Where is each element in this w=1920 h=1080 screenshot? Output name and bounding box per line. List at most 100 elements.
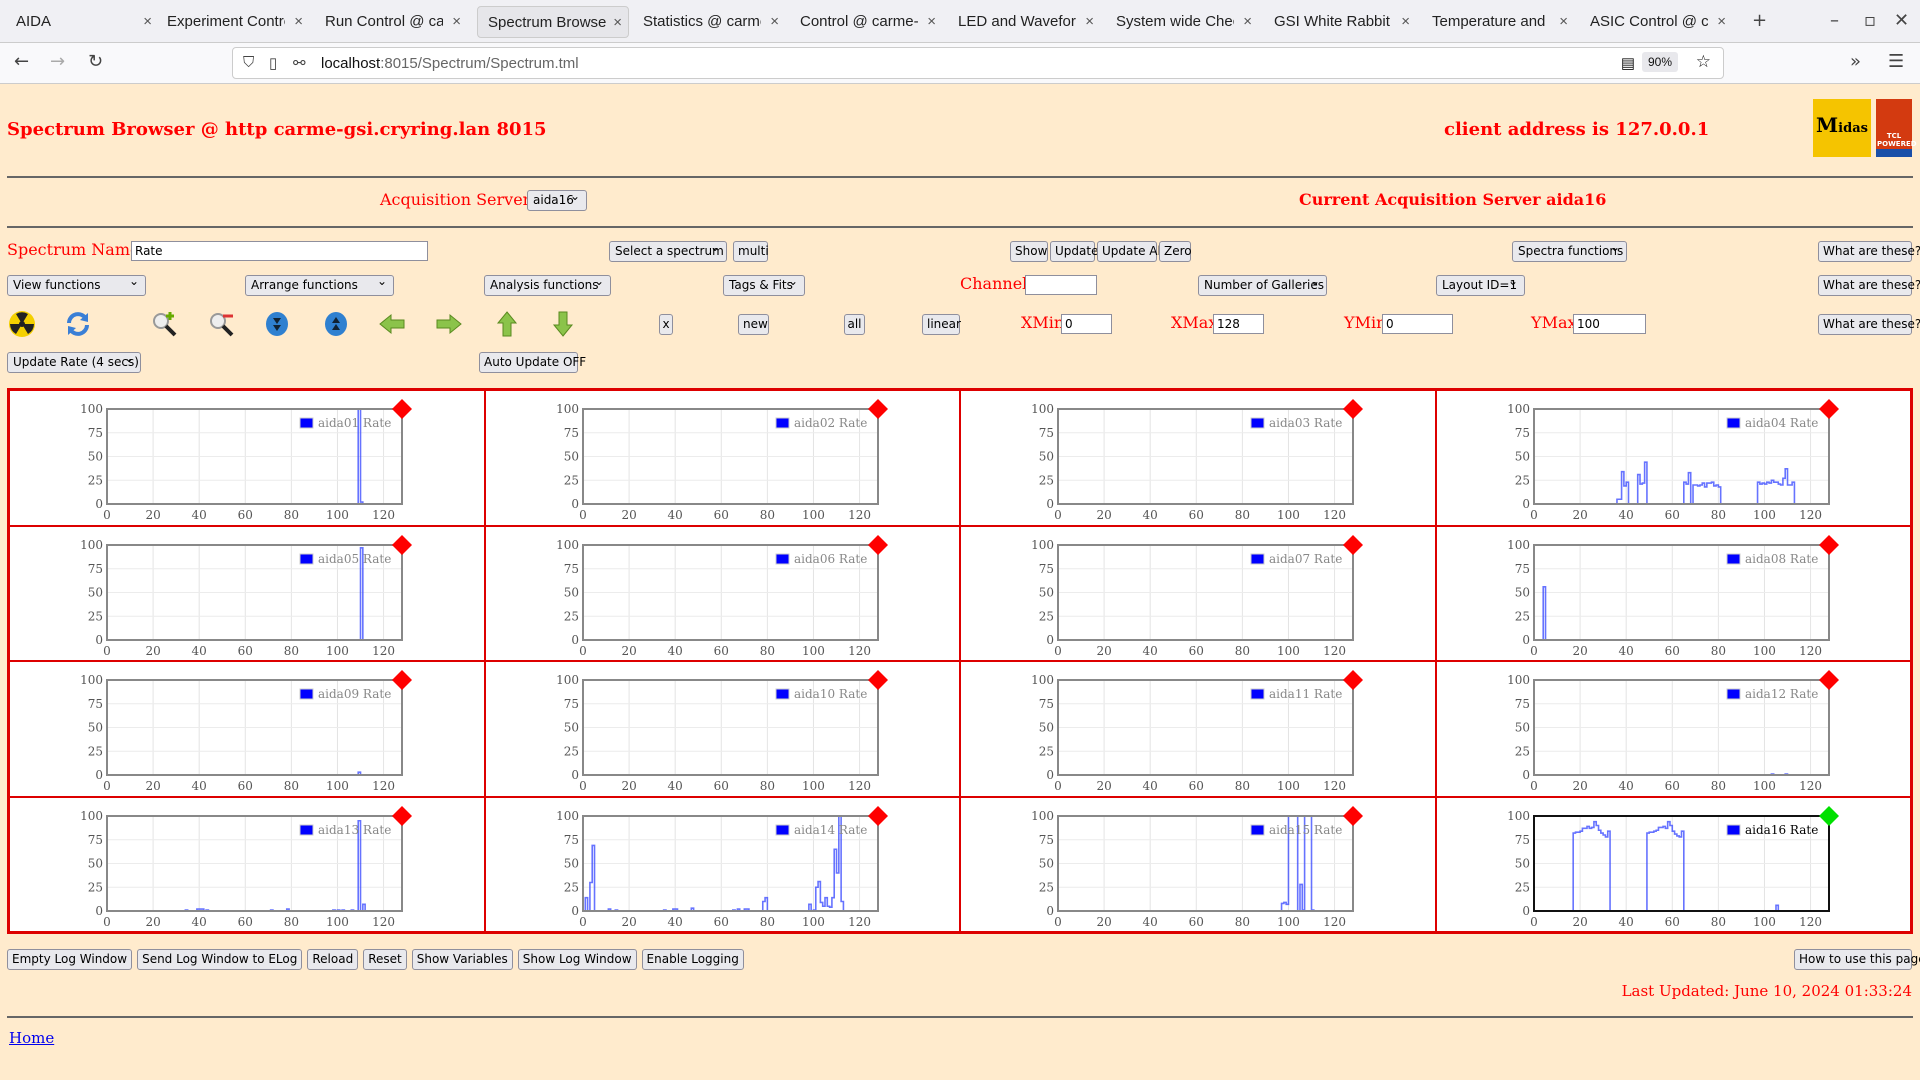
tags-fits-dropdown[interactable]: Tags & Fits (723, 274, 805, 296)
status-diamond-icon[interactable] (867, 399, 888, 419)
spectrum-panel[interactable]: 0 20 40 60 80 100 120 0 25 50 75 100 aida16 Rate (1435, 796, 1911, 932)
spectrum-panel[interactable]: 0 20 40 60 80 100 120 0 25 50 75 100 aida08 Rate (1435, 525, 1911, 661)
expand-down-icon[interactable] (263, 310, 291, 338)
footer-button[interactable]: Reload (307, 949, 359, 970)
select-spectrum-dropdown[interactable]: Select a spectrum (609, 240, 727, 262)
spectrum-panel[interactable]: 0 20 40 60 80 100 120 0 25 50 75 100 aida10 Rate (484, 661, 960, 797)
forward-icon[interactable]: → (50, 51, 65, 72)
status-diamond-icon[interactable] (1343, 805, 1363, 826)
browser-tab[interactable]: GSI White Rabbit T × (1264, 6, 1416, 38)
footer-button[interactable]: Empty Log Window (7, 949, 133, 970)
close-tab-icon[interactable]: × (452, 13, 461, 30)
acq-server-select[interactable]: aida16 (527, 189, 587, 211)
view-functions-dropdown[interactable]: View functions (7, 274, 146, 296)
close-tab-icon[interactable]: × (1085, 13, 1094, 30)
spectrum-panel[interactable]: 0 20 40 60 80 100 120 0 25 50 75 100 aida07 Rate (960, 525, 1436, 661)
x-button[interactable]: x (659, 314, 673, 335)
browser-tab[interactable]: Run Control @ carme × (315, 6, 467, 38)
linear-button[interactable]: linear (922, 314, 961, 335)
channel-input[interactable] (1025, 275, 1097, 295)
browser-tab[interactable]: Statistics @ carme × (633, 6, 785, 38)
browser-tab[interactable]: Experiment Control × (157, 6, 309, 38)
status-diamond-icon[interactable] (1818, 670, 1839, 690)
new-button[interactable]: new (738, 314, 769, 335)
update-button[interactable]: Update (1050, 241, 1098, 262)
browser-tab[interactable]: Temperature and st × (1422, 6, 1574, 38)
all-button[interactable]: all (844, 314, 865, 335)
spectrum-panel[interactable]: 0 20 40 60 80 100 120 0 25 50 75 100 aida15 Rate (960, 796, 1436, 932)
browser-tab[interactable]: Control @ carme-gsi × (790, 6, 942, 38)
update-rate-dropdown[interactable]: Update Rate (4 secs) (7, 351, 141, 373)
status-diamond-icon[interactable] (1818, 399, 1839, 419)
spectrum-panel[interactable]: 0 20 40 60 80 100 120 0 25 50 75 100 aida11 Rate (960, 661, 1436, 797)
update-all-button[interactable]: Update All (1097, 241, 1164, 262)
spectrum-panel[interactable]: 0 20 40 60 80 100 120 0 25 50 75 100 aida02 Rate (484, 390, 960, 526)
status-diamond-icon[interactable] (867, 534, 888, 555)
galleries-dropdown[interactable]: Number of Galleries (1198, 274, 1327, 296)
browser-tab[interactable]: LED and Waveform × (948, 6, 1100, 38)
bookmark-star-icon[interactable]: ☆ (1696, 52, 1711, 72)
maximize-icon[interactable]: ▫ (1864, 10, 1876, 31)
auto-update-button[interactable]: Auto Update OFF (479, 352, 586, 373)
spectrum-panel[interactable]: 0 20 40 60 80 100 120 0 25 50 75 100 aida03 Rate (960, 390, 1436, 526)
reload-icon[interactable]: ↻ (88, 51, 103, 72)
zoom-level[interactable]: 90% (1641, 52, 1678, 72)
ymax-input[interactable]: 100 (1573, 314, 1646, 334)
close-tab-icon[interactable]: × (1243, 13, 1252, 30)
status-diamond-icon[interactable] (392, 805, 412, 826)
footer-button[interactable]: Show Log Window (517, 949, 637, 970)
footer-button[interactable]: Reset (363, 949, 407, 970)
close-tab-icon[interactable]: × (1401, 13, 1410, 30)
menu-icon[interactable]: ☰ (1888, 51, 1904, 72)
reader-view-icon[interactable]: ▤ (1621, 54, 1635, 72)
spectrum-panel[interactable]: 0 20 40 60 80 100 120 0 25 50 75 100 aida12 Rate (1435, 661, 1911, 797)
close-tab-icon[interactable]: × (1717, 13, 1726, 30)
status-diamond-icon[interactable] (392, 670, 412, 690)
ymin-input[interactable]: 0 (1382, 314, 1453, 334)
radiation-icon[interactable] (8, 310, 36, 338)
close-window-icon[interactable]: ✕ (1894, 10, 1909, 31)
spectra-functions-dropdown[interactable]: Spectra functions (1512, 240, 1627, 262)
xmin-input[interactable]: 0 (1061, 314, 1112, 334)
browser-tab[interactable]: System wide Check × (1106, 6, 1258, 38)
status-diamond-icon[interactable] (392, 399, 412, 419)
arrow-left-icon[interactable] (378, 310, 406, 338)
new-tab-icon[interactable]: + (1752, 10, 1767, 31)
close-tab-icon[interactable]: × (143, 13, 152, 30)
spectrum-panel[interactable]: 0 20 40 60 80 100 120 0 25 50 75 100 aida01 Rate (9, 390, 485, 526)
what-are-these-button-1[interactable]: What are these? (1818, 241, 1920, 262)
expand-up-icon[interactable] (322, 310, 350, 338)
status-diamond-icon[interactable] (1818, 534, 1839, 555)
zoom-out-icon[interactable] (207, 310, 235, 338)
close-tab-icon[interactable]: × (294, 13, 303, 30)
spectrum-panel[interactable]: 0 20 40 60 80 100 120 0 25 50 75 100 aida14 Rate (484, 796, 960, 932)
status-diamond-icon[interactable] (867, 805, 888, 826)
layout-dropdown[interactable]: Layout ID=1 (1436, 274, 1525, 296)
arrow-right-icon[interactable] (435, 310, 463, 338)
close-tab-icon[interactable]: × (770, 13, 779, 30)
arrange-functions-dropdown[interactable]: Arrange functions (245, 274, 394, 296)
analysis-functions-dropdown[interactable]: Analysis functions (484, 274, 611, 296)
footer-button[interactable]: Enable Logging (641, 949, 744, 970)
status-diamond-icon[interactable] (1343, 399, 1363, 419)
what-are-these-button-2[interactable]: What are these? (1818, 275, 1920, 296)
close-tab-icon[interactable]: × (1559, 13, 1568, 30)
spectrum-name-input[interactable]: Rate (131, 241, 428, 261)
zero-button[interactable]: Zero (1159, 241, 1192, 262)
xmax-input[interactable]: 128 (1213, 314, 1264, 334)
spectrum-panel[interactable]: 0 20 40 60 80 100 120 0 25 50 75 100 aida13 Rate (9, 796, 485, 932)
status-diamond-icon[interactable] (1343, 670, 1363, 690)
how-to-use-button[interactable]: How to use this page (1794, 949, 1920, 970)
url-bar[interactable]: ⛉ ▯ ⚯ localhost:8015/Spectrum/Spectrum.t… (232, 47, 1724, 79)
home-link[interactable]: Home (9, 1029, 54, 1047)
spectrum-panel[interactable]: 0 20 40 60 80 100 120 0 25 50 75 100 aida04 Rate (1435, 390, 1911, 526)
show-button[interactable]: Show (1010, 241, 1048, 262)
overflow-icon[interactable]: » (1850, 51, 1861, 72)
back-icon[interactable]: ← (14, 51, 29, 72)
close-tab-icon[interactable]: × (613, 14, 622, 31)
status-diamond-icon[interactable] (1343, 534, 1363, 555)
multi-button[interactable]: multi (733, 241, 769, 262)
zoom-in-icon[interactable] (150, 310, 178, 338)
refresh-icon[interactable] (64, 310, 92, 338)
browser-tab[interactable]: ASIC Control @ carme × (1580, 6, 1732, 38)
